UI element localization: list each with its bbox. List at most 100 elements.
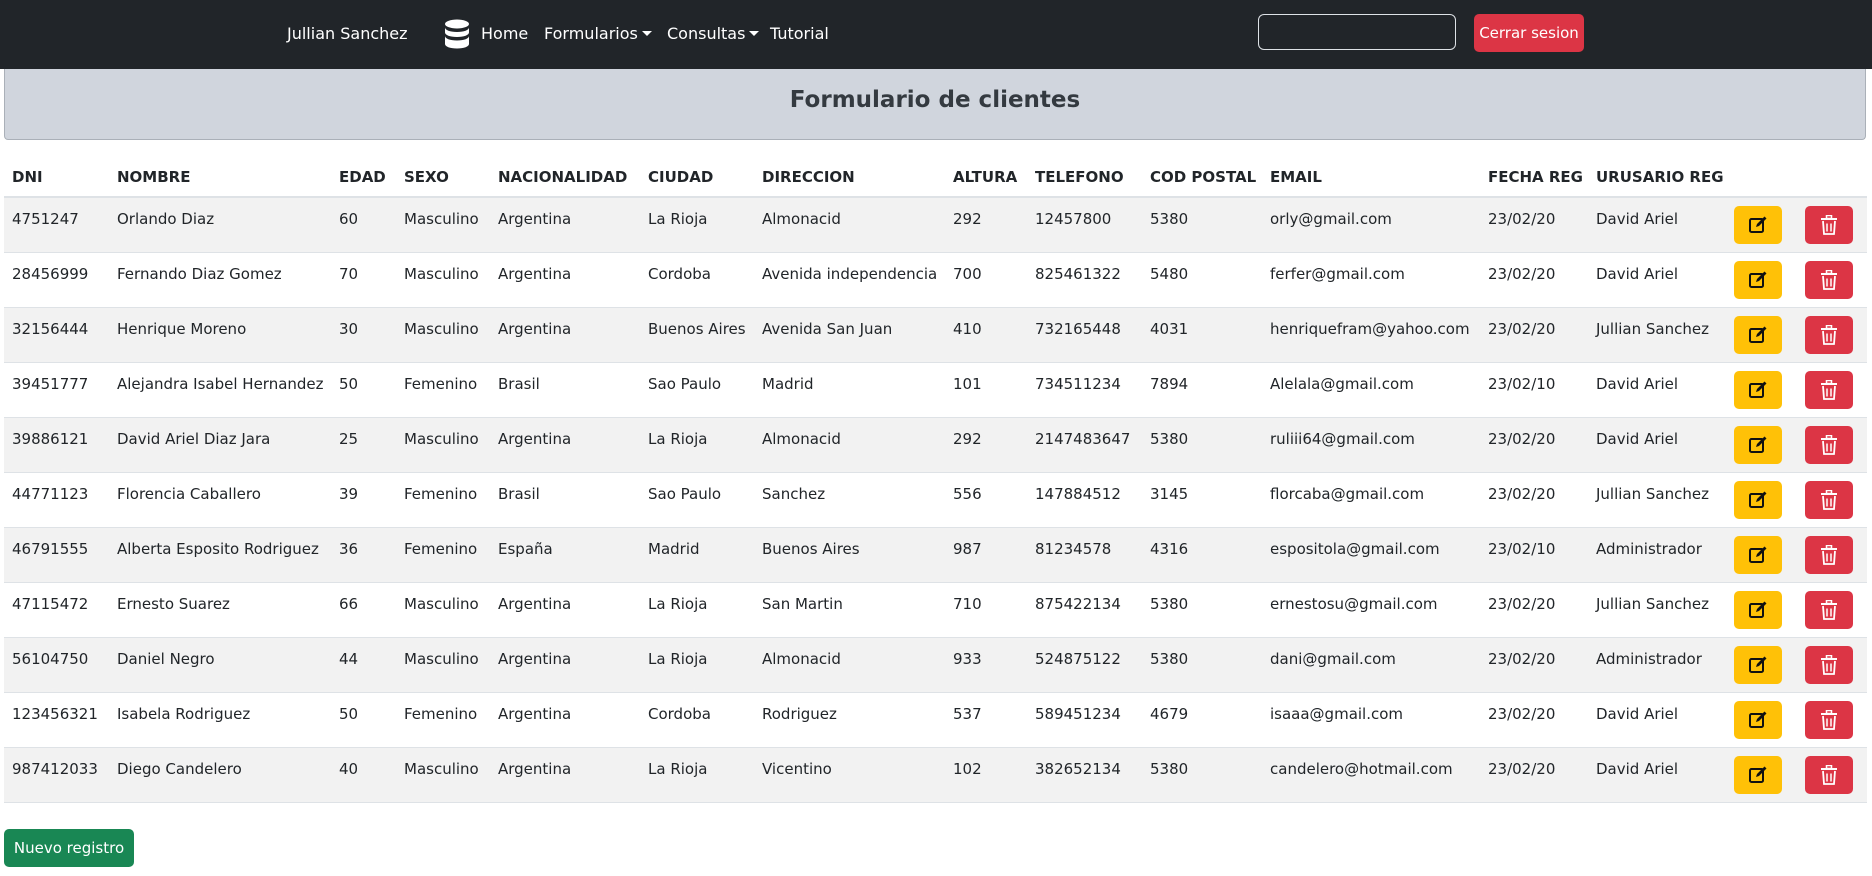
cell-direccion: Buenos Aires — [754, 527, 945, 583]
column-header-dni: DNI — [4, 158, 109, 198]
cell-nacionalidad: Argentina — [490, 252, 640, 308]
cell-altura: 537 — [945, 692, 1027, 748]
edit-button[interactable] — [1734, 755, 1782, 794]
nav-tutorial-link[interactable]: Tutorial — [770, 24, 829, 43]
delete-button[interactable] — [1805, 370, 1853, 409]
cell-email: ernestosu@gmail.com — [1262, 582, 1480, 638]
cell-telefono: 12457800 — [1027, 197, 1142, 253]
cell-nombre: Alberta Esposito Rodriguez — [109, 527, 331, 583]
edit-button[interactable] — [1734, 370, 1782, 409]
edit-button[interactable] — [1734, 535, 1782, 574]
cell-sexo: Masculino — [396, 307, 490, 363]
cell-fecha-reg: 23/02/20 — [1480, 252, 1588, 308]
cell-nacionalidad: Brasil — [490, 472, 640, 528]
delete-button[interactable] — [1805, 480, 1853, 519]
cell-nacionalidad: Argentina — [490, 417, 640, 473]
delete-button[interactable] — [1805, 645, 1853, 684]
caret-down-icon — [749, 31, 760, 36]
edit-button[interactable] — [1734, 645, 1782, 684]
cell-nacionalidad: Argentina — [490, 747, 640, 803]
delete-button[interactable] — [1805, 260, 1853, 299]
cell-sexo: Masculino — [396, 582, 490, 638]
edit-button[interactable] — [1734, 315, 1782, 354]
delete-button[interactable] — [1805, 535, 1853, 574]
cell-ciudad: La Rioja — [640, 747, 754, 803]
cell-altura: 700 — [945, 252, 1027, 308]
cell-direccion: Almonacid — [754, 637, 945, 693]
column-header-fecha-reg: FECHA REG — [1480, 158, 1588, 198]
table-row: 47115472 Ernesto Suarez 66 Masculino Argenti… — [4, 582, 1867, 638]
cell-altura: 292 — [945, 197, 1027, 253]
logout-button[interactable]: Cerrar sesion — [1474, 14, 1584, 52]
delete-button[interactable] — [1805, 315, 1853, 354]
cell-fecha-reg: 23/02/20 — [1480, 692, 1588, 748]
delete-button[interactable] — [1805, 700, 1853, 739]
edit-button[interactable] — [1734, 205, 1782, 244]
edit-button[interactable] — [1734, 260, 1782, 299]
cell-nacionalidad: Argentina — [490, 307, 640, 363]
column-header-edit — [1725, 158, 1791, 198]
cell-edad: 70 — [331, 252, 396, 308]
cell-nacionalidad: Argentina — [490, 692, 640, 748]
new-record-button[interactable]: Nuevo registro — [4, 829, 134, 867]
cell-email: orly@gmail.com — [1262, 197, 1480, 253]
cell-usuario-reg: Administrador — [1588, 527, 1725, 583]
cell-fecha-reg: 23/02/20 — [1480, 417, 1588, 473]
nav-home-link[interactable]: Home — [481, 24, 528, 43]
database-icon — [445, 19, 469, 49]
cell-ciudad: Madrid — [640, 527, 754, 583]
cell-nombre: Diego Candelero — [109, 747, 331, 803]
cell-sexo: Masculino — [396, 417, 490, 473]
clients-table: DNI NOMBRE EDAD SEXO NACIONALIDAD CIUDAD… — [4, 158, 1867, 803]
cell-nombre: Daniel Negro — [109, 637, 331, 693]
cell-nacionalidad: España — [490, 527, 640, 583]
cell-delete-action — [1791, 417, 1867, 473]
cell-edit-action — [1725, 692, 1791, 748]
cell-cod-postal: 5380 — [1142, 637, 1262, 693]
cell-ciudad: La Rioja — [640, 637, 754, 693]
cell-nombre: Henrique Moreno — [109, 307, 331, 363]
edit-button[interactable] — [1734, 590, 1782, 629]
delete-button[interactable] — [1805, 205, 1853, 244]
cell-sexo: Masculino — [396, 637, 490, 693]
cell-edad: 50 — [331, 362, 396, 418]
column-header-sexo: SEXO — [396, 158, 490, 198]
table-row: 4751247 Orlando Diaz 60 Masculino Argentina L… — [4, 197, 1867, 253]
cell-cod-postal: 5380 — [1142, 582, 1262, 638]
cell-edad: 36 — [331, 527, 396, 583]
delete-button[interactable] — [1805, 425, 1853, 464]
cell-usuario-reg: David Ariel — [1588, 252, 1725, 308]
form-header-panel: Formulario de clientes — [4, 69, 1866, 140]
cell-edit-action — [1725, 417, 1791, 473]
delete-button[interactable] — [1805, 755, 1853, 794]
edit-button[interactable] — [1734, 425, 1782, 464]
cell-usuario-reg: David Ariel — [1588, 362, 1725, 418]
cell-dni: 123456321 — [4, 692, 109, 748]
cell-delete-action — [1791, 362, 1867, 418]
top-navbar: Jullian Sanchez Home Formularios Consult… — [0, 0, 1872, 69]
table-row: 39886121 David Ariel Diaz Jara 25 Masculino… — [4, 417, 1867, 473]
cell-telefono: 825461322 — [1027, 252, 1142, 308]
cell-usuario-reg: David Ariel — [1588, 747, 1725, 803]
cell-edad: 30 — [331, 307, 396, 363]
table-row: 39451777 Alejandra Isabel Hernandez 50 Feme… — [4, 362, 1867, 418]
cell-direccion: San Martin — [754, 582, 945, 638]
delete-button[interactable] — [1805, 590, 1853, 629]
edit-button[interactable] — [1734, 480, 1782, 519]
search-input[interactable] — [1258, 14, 1456, 50]
caret-down-icon — [641, 31, 652, 36]
cell-altura: 710 — [945, 582, 1027, 638]
column-header-telefono: TELEFONO — [1027, 158, 1142, 198]
nav-consultas-dropdown[interactable]: Consultas — [667, 24, 760, 43]
nav-formularios-dropdown[interactable]: Formularios — [544, 24, 652, 43]
cell-direccion: Avenida San Juan — [754, 307, 945, 363]
cell-delete-action — [1791, 637, 1867, 693]
table-row: 987412033 Diego Candelero 40 Masculino Argen… — [4, 747, 1867, 803]
cell-delete-action — [1791, 197, 1867, 253]
cell-fecha-reg: 23/02/20 — [1480, 747, 1588, 803]
cell-dni: 46791555 — [4, 527, 109, 583]
cell-dni: 44771123 — [4, 472, 109, 528]
cell-telefono: 382652134 — [1027, 747, 1142, 803]
cell-nombre: Isabela Rodriguez — [109, 692, 331, 748]
edit-button[interactable] — [1734, 700, 1782, 739]
